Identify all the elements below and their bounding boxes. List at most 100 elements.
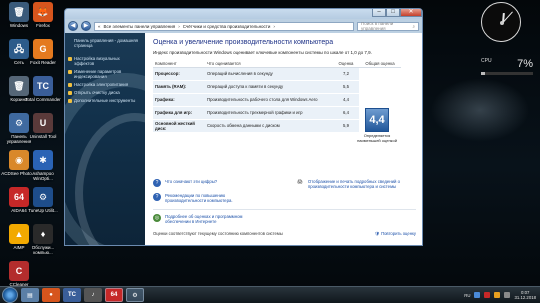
desktop-icon-label: Обслужи... компью... (31, 245, 55, 255)
shield-icon (68, 90, 72, 95)
col-base: Общая оценка (359, 59, 401, 68)
tray-network-icon[interactable] (474, 292, 481, 298)
tray-date: 31.12.2018 (514, 295, 536, 300)
cell-desc: Операций вычисления в секунду (205, 67, 333, 81)
desktop-icon[interactable]: G Foxit Reader (24, 39, 62, 65)
desktop-icon-image: ⚙ (33, 187, 53, 207)
desktop-icon-label: Ashampoo WinOpti... (32, 171, 54, 181)
online-link[interactable]: Подробнее об оценках и программном обесп… (165, 214, 265, 224)
desktop-icon[interactable]: C CCleaner (0, 261, 38, 287)
cell-component: Графика для игр: (153, 106, 205, 120)
cpu-bar-fill (481, 72, 485, 75)
links-row: ? Что означают эти цифры? 🖨 Отображение … (145, 179, 422, 189)
tray-clock[interactable]: 0:07 31.12.2018 (514, 290, 536, 300)
desktop-icon-image: U (33, 113, 53, 133)
tips-row: ? Рекомендации по повышению производител… (145, 193, 422, 203)
desktop-icon-label: Total Commander (25, 97, 61, 102)
breadcrumb-segment[interactable]: › (273, 24, 275, 29)
cell-component: Графика: (153, 93, 205, 107)
tray-antivirus-icon[interactable] (484, 292, 491, 298)
table-row: Память (RAM): Операций доступа к памяти в… (153, 80, 401, 94)
col-what: Что оценивается (205, 59, 333, 68)
page-title: Оценка и увеличение производительности к… (153, 39, 334, 46)
desktop-icon[interactable]: U Uninstall Tool (24, 113, 62, 139)
cpu-value: 7% (517, 58, 533, 70)
desktop-icon[interactable]: TC Total Commander (24, 76, 62, 102)
shield-icon (68, 56, 72, 61)
tray-update-icon[interactable] (494, 292, 501, 298)
sidebar-link[interactable]: Настройка визуальных эффектов (65, 55, 145, 67)
desktop-icon[interactable]: ⚙ TuneUp Utilit... (24, 187, 62, 213)
forward-button[interactable]: ▶ (81, 21, 91, 31)
sidebar-link-label: Панель управления - домашняя страница (74, 38, 139, 48)
col-score: Оценка (333, 59, 359, 68)
cpu-label: CPU (481, 58, 492, 64)
desktop-icon[interactable]: ✱ Ashampoo WinOpti... (24, 150, 62, 181)
shield-icon (68, 69, 72, 74)
desktop-icon-image: 🦊 (33, 2, 53, 22)
cell-component: Процессор: (153, 67, 205, 81)
desktop-icon-image: TC (33, 76, 53, 96)
breadcrumb-segment[interactable]: Все элементы панели управления (104, 24, 176, 29)
search-input[interactable]: Поиск в панели управления ⌕ (357, 21, 419, 31)
taskbar-control-panel-icon[interactable]: ⚙ (126, 288, 144, 302)
taskbar: ▤ ● TC ♪ 64 ⚙ RU 0:07 31.12.2018 (0, 286, 540, 303)
cpu-meter-gadget[interactable]: CPU 7% (481, 58, 533, 80)
desktop-icon-label: Firefox (36, 23, 50, 28)
what-means-link[interactable]: Что означают эти цифры? (165, 179, 273, 189)
base-score-box: 4,4 Определяется наименьшей оценкой (357, 104, 397, 176)
base-score-tile: 4,4 (365, 108, 389, 132)
address-bar[interactable]: «Все элементы панели управления › Счётчики… (94, 21, 354, 31)
status-text: Оценки соответствуют текущему состоянию … (153, 231, 283, 236)
minimize-button[interactable]: – (372, 9, 386, 17)
tips-link[interactable]: Рекомендации по повышению производительн… (165, 193, 265, 203)
breadcrumb-segment[interactable]: Счётчики и средства производительности (183, 24, 271, 29)
rerun-assessment-link[interactable]: 🛡 Повторить оценку (375, 231, 416, 237)
system-tray: RU 0:07 31.12.2018 (464, 290, 540, 300)
desktop-icon[interactable]: 🦊 Firefox (24, 2, 62, 28)
back-button[interactable]: ◀ (68, 21, 78, 31)
desktop-icon-label: Foxit Reader (30, 60, 56, 65)
cell-score: 4,4 (333, 93, 359, 107)
taskbar-aida64-icon[interactable]: 64 (105, 288, 123, 302)
desktop-icon-label: Uninstall Tool (29, 134, 57, 139)
sidebar-link[interactable]: Настройка электропитания (65, 81, 145, 88)
col-component: Компонент (153, 59, 205, 68)
sidebar-link[interactable]: Открыть очистку диска (65, 89, 145, 96)
maximize-button[interactable]: □ (386, 9, 400, 17)
print-details-link[interactable]: Отображение и печать подробных сведений … (308, 179, 416, 189)
search-placeholder: Поиск в панели управления (361, 21, 394, 31)
cell-base (359, 67, 401, 81)
sidebar-link-label: Настройка визуальных эффектов (74, 56, 120, 66)
taskbar-media-icon[interactable]: ♪ (84, 288, 102, 302)
sidebar-link-label: Открыть очистку диска (74, 90, 120, 95)
sidebar-link[interactable]: Изменение параметров индексирования (65, 68, 145, 80)
window-titlebar[interactable]: – □ ✕ (65, 9, 422, 19)
sidebar-links: Панель управления - домашняя страница Нас… (65, 33, 145, 104)
cell-desc: Скорость обмена данными с диском (205, 119, 333, 133)
cell-desc: Операций доступа к памяти в секунду (205, 80, 333, 94)
rerun-label: Повторить оценку (381, 231, 416, 236)
cell-desc: Производительность трехмерной графики и … (205, 106, 333, 120)
performance-window: – □ ✕ ◀ ▶ «Все элементы панели управлени… (64, 8, 423, 246)
sidebar-link-label: Настройка электропитания (74, 82, 129, 87)
cell-score: 5,5 (333, 80, 359, 94)
start-button[interactable] (2, 287, 18, 303)
tips-icon: ? (153, 193, 161, 201)
desktop-icon-image: G (33, 39, 53, 59)
close-button[interactable]: ✕ (400, 9, 422, 17)
breadcrumb-segment[interactable]: › (178, 24, 180, 29)
desktop-icon[interactable]: ♦ Обслужи... компью... (24, 224, 62, 255)
sidebar-link[interactable]: Дополнительные инструменты (65, 97, 145, 104)
taskbar-total-commander-icon[interactable]: TC (63, 288, 81, 302)
clock-gadget[interactable] (481, 2, 521, 42)
help-icon: ? (153, 179, 161, 187)
shield-icon (68, 98, 72, 103)
tray-volume-icon[interactable] (504, 292, 511, 298)
language-indicator[interactable]: RU (464, 293, 470, 298)
status-row: Оценки соответствуют текущему состоянию … (153, 231, 416, 237)
sidebar-link[interactable]: Панель управления - домашняя страница (65, 37, 145, 49)
breadcrumb-segment[interactable]: « (98, 24, 101, 29)
taskbar-explorer-icon[interactable]: ▤ (21, 288, 39, 302)
taskbar-firefox-icon[interactable]: ● (42, 288, 60, 302)
